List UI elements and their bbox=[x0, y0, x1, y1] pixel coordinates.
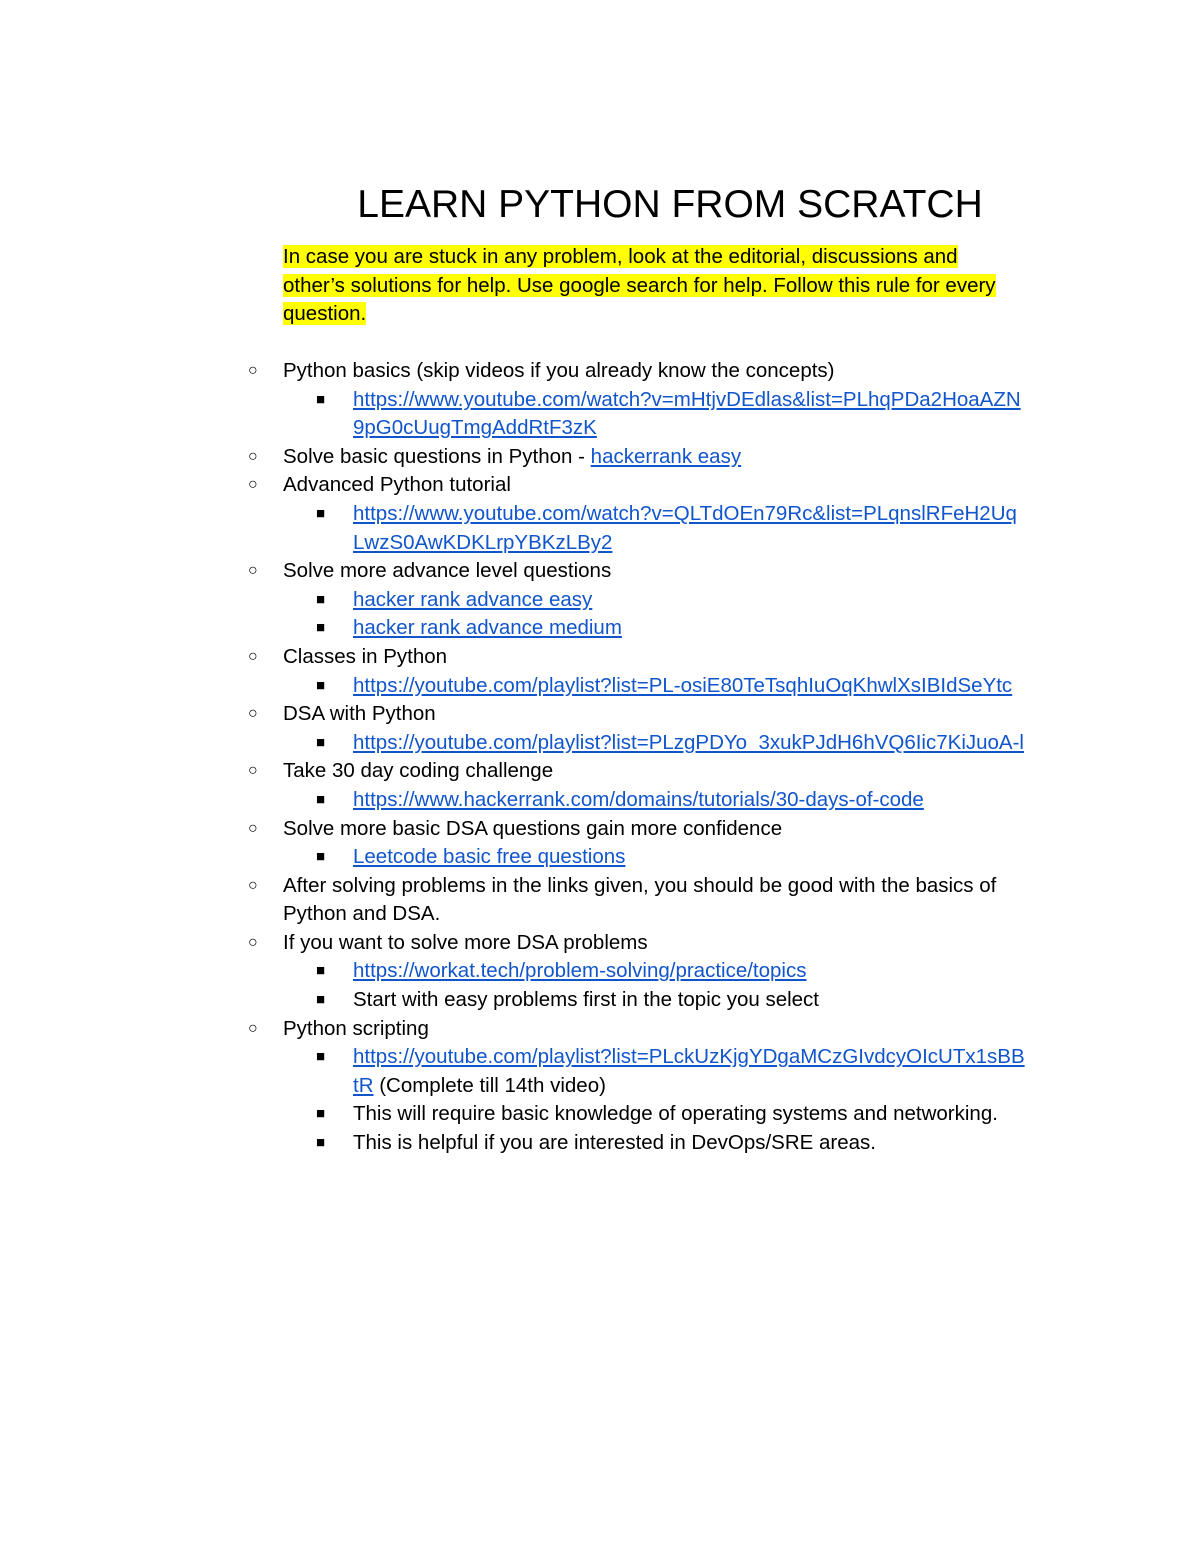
hollow-circle-bullet-icon: ○ bbox=[248, 476, 258, 494]
list-subitem: ■ This will require basic knowledge of o… bbox=[0, 1100, 1200, 1129]
note-line: other’s solutions for help. Use google s… bbox=[283, 273, 996, 297]
list-item: ○ Classes in Python bbox=[0, 643, 1200, 672]
square-bullet-icon: ■ bbox=[316, 848, 326, 866]
list-subitem: ■ https://youtube.com/playlist?list=PL-o… bbox=[0, 672, 1200, 701]
square-bullet-icon: ■ bbox=[316, 390, 326, 408]
item-text: After solving problems in the links give… bbox=[283, 873, 997, 897]
scripting-link[interactable]: https://youtube.com/playlist?list=PLckUz… bbox=[353, 1043, 1025, 1072]
note-line: In case you are stuck in any problem, lo… bbox=[283, 245, 958, 268]
item-text: Solve more basic DSA questions gain more… bbox=[283, 816, 783, 840]
hackerrank-advance-medium-link[interactable]: hacker rank advance medium bbox=[353, 614, 622, 643]
hackerrank-easy-link[interactable]: hackerrank easy bbox=[591, 445, 741, 468]
list-subitem: ■ https://workat.tech/problem-solving/pr… bbox=[0, 957, 1200, 986]
item-text: Python basics (skip videos if you alread… bbox=[283, 359, 835, 382]
list-subitem-continuation: tR (Complete till 14th video) bbox=[0, 1072, 1200, 1101]
item-text: Solve more advance level questions bbox=[283, 559, 612, 583]
item-text: DSA with Python bbox=[283, 702, 436, 726]
workat-link[interactable]: https://workat.tech/problem-solving/prac… bbox=[353, 957, 806, 986]
list-item: ○ Solve more basic DSA questions gain mo… bbox=[0, 815, 1200, 844]
highlighted-note: In case you are stuck in any problem, lo… bbox=[283, 243, 1053, 329]
list-item: ○ DSA with Python bbox=[0, 700, 1200, 729]
list-subitem: ■ https://youtube.com/playlist?list=PLck… bbox=[0, 1043, 1200, 1072]
advanced-tutorial-link-continued[interactable]: LwzS0AwKDKLrpYBKzLBy2 bbox=[353, 529, 612, 558]
item-text-continued: Python and DSA. bbox=[283, 902, 441, 926]
square-bullet-icon: ■ bbox=[316, 1105, 326, 1123]
square-bullet-icon: ■ bbox=[316, 962, 326, 980]
square-bullet-icon: ■ bbox=[316, 1048, 326, 1066]
hollow-circle-bullet-icon: ○ bbox=[248, 762, 258, 780]
item-text: If you want to solve more DSA problems bbox=[283, 930, 648, 954]
list-item: ○ Python scripting bbox=[0, 1015, 1200, 1044]
document-page: LEARN PYTHON FROM SCRATCH In case you ar… bbox=[0, 0, 1200, 1553]
square-bullet-icon: ■ bbox=[316, 991, 326, 1009]
challenge-link[interactable]: https://www.hackerrank.com/domains/tutor… bbox=[353, 786, 924, 815]
hollow-circle-bullet-icon: ○ bbox=[248, 705, 258, 723]
square-bullet-icon: ■ bbox=[316, 676, 326, 694]
subitem-text: (Complete till 14th video) bbox=[373, 1073, 606, 1097]
hollow-circle-bullet-icon: ○ bbox=[248, 562, 258, 580]
subitem-text: Start with easy problems first in the to… bbox=[353, 988, 820, 1012]
classes-link[interactable]: https://youtube.com/playlist?list=PL-osi… bbox=[353, 672, 1012, 701]
list-subitem: ■ hacker rank advance medium bbox=[0, 614, 1200, 643]
subitem-text: This will require basic knowledge of ope… bbox=[353, 1102, 998, 1126]
hollow-circle-bullet-icon: ○ bbox=[248, 1019, 258, 1037]
list-item: ○ If you want to solve more DSA problems bbox=[0, 929, 1200, 958]
item-text: Python scripting bbox=[283, 1016, 429, 1040]
list-subitem: ■ https://www.youtube.com/watch?v=QLTdOE… bbox=[0, 500, 1200, 529]
hollow-circle-bullet-icon: ○ bbox=[248, 876, 258, 894]
list-item: ○ Advanced Python tutorial bbox=[0, 471, 1200, 500]
list-item: ○ Solve basic questions in Python - hack… bbox=[0, 443, 1200, 472]
list-subitem: ■ Leetcode basic free questions bbox=[0, 843, 1200, 872]
hackerrank-advance-easy-link[interactable]: hacker rank advance easy bbox=[353, 586, 592, 615]
leetcode-link[interactable]: Leetcode basic free questions bbox=[353, 843, 625, 872]
page-title: LEARN PYTHON FROM SCRATCH bbox=[357, 183, 983, 226]
hollow-circle-bullet-icon: ○ bbox=[248, 447, 258, 465]
list-subitem: ■ https://www.hackerrank.com/domains/tut… bbox=[0, 786, 1200, 815]
hollow-circle-bullet-icon: ○ bbox=[248, 647, 258, 665]
python-basics-link-continued[interactable]: 9pG0cUugTmgAddRtF3zK bbox=[353, 414, 597, 443]
list-item: ○ Solve more advance level questions bbox=[0, 557, 1200, 586]
note-line: question. bbox=[283, 302, 367, 326]
advanced-tutorial-link[interactable]: https://www.youtube.com/watch?v=QLTdOEn7… bbox=[353, 500, 1017, 529]
list-subitem: ■ https://www.youtube.com/watch?v=mHtjvD… bbox=[0, 386, 1200, 415]
scripting-link-continued[interactable]: tR bbox=[353, 1074, 374, 1097]
dsa-link[interactable]: https://youtube.com/playlist?list=PLzgPD… bbox=[353, 729, 1024, 758]
hollow-circle-bullet-icon: ○ bbox=[248, 933, 258, 951]
subitem-text: This is helpful if you are interested in… bbox=[353, 1131, 876, 1155]
square-bullet-icon: ■ bbox=[316, 619, 326, 637]
hollow-circle-bullet-icon: ○ bbox=[248, 819, 258, 837]
square-bullet-icon: ■ bbox=[316, 1134, 326, 1152]
square-bullet-icon: ■ bbox=[316, 733, 326, 751]
square-bullet-icon: ■ bbox=[316, 590, 326, 608]
list-subitem: ■ This is helpful if you are interested … bbox=[0, 1129, 1200, 1158]
item-text: Advanced Python tutorial bbox=[283, 473, 511, 497]
list-item: ○ After solving problems in the links gi… bbox=[0, 872, 1200, 901]
list-subitem-continuation: LwzS0AwKDKLrpYBKzLBy2 bbox=[0, 529, 1200, 558]
item-text: Take 30 day coding challenge bbox=[283, 759, 554, 783]
item-text: Solve basic questions in Python - bbox=[283, 444, 591, 468]
list-item: ○ Python basics (skip videos if you alre… bbox=[0, 357, 1200, 386]
list-item-continuation: Python and DSA. bbox=[0, 900, 1200, 929]
list-subitem: ■ hacker rank advance easy bbox=[0, 586, 1200, 615]
hollow-circle-bullet-icon: ○ bbox=[248, 362, 258, 379]
square-bullet-icon: ■ bbox=[316, 504, 326, 522]
square-bullet-icon: ■ bbox=[316, 790, 326, 808]
list-subitem: ■ Start with easy problems first in the … bbox=[0, 986, 1200, 1015]
resource-list: ○ Python basics (skip videos if you alre… bbox=[0, 357, 1200, 1158]
python-basics-link[interactable]: https://www.youtube.com/watch?v=mHtjvDEd… bbox=[353, 386, 1021, 415]
list-subitem-continuation: 9pG0cUugTmgAddRtF3zK bbox=[0, 414, 1200, 443]
item-text: Classes in Python bbox=[283, 644, 448, 668]
list-subitem: ■ https://youtube.com/playlist?list=PLzg… bbox=[0, 729, 1200, 758]
list-item: ○ Take 30 day coding challenge bbox=[0, 757, 1200, 786]
